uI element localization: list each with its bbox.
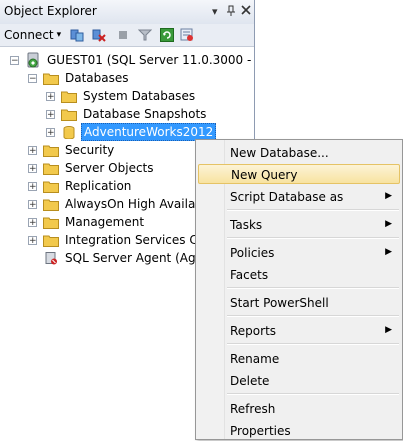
menu-item-label: Properties [230, 424, 291, 438]
tree-node-database-snapshots[interactable]: + Database Snapshots [46, 105, 208, 123]
menu-separator [227, 393, 399, 395]
chevron-down-icon: ▾ [56, 30, 62, 40]
menu-item-script-database-as[interactable]: Script Database as ▶ [198, 187, 400, 207]
tree-node-replication[interactable]: + Replication [28, 177, 133, 195]
folder-icon [43, 199, 59, 211]
tree-node-server[interactable]: − GUEST01 (SQL Server 11.0.3000 - GUEST [10, 51, 254, 69]
server-objects-label: Server Objects [65, 161, 154, 175]
filter-icon[interactable] [137, 28, 153, 42]
expand-icon[interactable]: + [46, 127, 55, 137]
tree-node-integration-services[interactable]: + Integration Services Cata [28, 231, 219, 249]
menu-item-label: New Query [231, 168, 298, 182]
panel-title: Object Explorer [4, 4, 97, 18]
expand-icon[interactable]: + [46, 91, 55, 101]
databases-label: Databases [65, 71, 129, 85]
server-label: GUEST01 (SQL Server 11.0.3000 - GUEST [47, 53, 254, 67]
folder-icon [43, 181, 59, 193]
database-icon [63, 125, 75, 139]
folder-icon [61, 91, 77, 103]
security-label: Security [65, 143, 115, 157]
menu-separator [227, 343, 399, 345]
menu-separator [227, 315, 399, 317]
connect-object-explorer-icon[interactable] [70, 28, 84, 42]
menu-item-label: Refresh [230, 402, 276, 416]
management-label: Management [65, 215, 145, 229]
connect-button[interactable]: Connect ▾ [4, 27, 61, 43]
tree-node-management[interactable]: + Management [28, 213, 146, 231]
menu-item-facets[interactable]: Facets [198, 265, 400, 285]
folder-icon [43, 163, 59, 175]
tree-node-server-objects[interactable]: + Server Objects [28, 159, 156, 177]
database-snapshots-label: Database Snapshots [83, 107, 207, 121]
menu-item-delete[interactable]: Delete [198, 371, 400, 391]
folder-icon [43, 217, 59, 229]
menu-item-label: New Database... [230, 146, 329, 160]
object-explorer-toolbar: Connect ▾ [0, 24, 254, 47]
object-explorer-titlebar: Object Explorer ▾ [0, 0, 254, 25]
submenu-arrow-icon: ▶ [385, 247, 392, 257]
menu-item-policies[interactable]: Policies ▶ [198, 243, 400, 263]
disconnect-icon[interactable] [92, 28, 106, 42]
submenu-arrow-icon: ▶ [385, 219, 392, 229]
menu-icon-gutter [196, 140, 225, 439]
menu-separator [227, 237, 399, 239]
system-databases-label: System Databases [83, 89, 196, 103]
menu-item-new-query[interactable]: New Query [198, 164, 400, 184]
menu-item-label: Rename [230, 352, 280, 366]
auto-hide-pin-icon[interactable] [226, 5, 236, 20]
expand-icon[interactable]: + [28, 181, 37, 191]
context-menu: New Database... New Query Script Databas… [195, 139, 403, 440]
menu-item-new-database[interactable]: New Database... [198, 143, 400, 163]
expand-icon[interactable]: + [28, 217, 37, 227]
menu-item-label: Tasks [230, 218, 263, 232]
expand-icon[interactable]: + [28, 235, 37, 245]
menu-item-reports[interactable]: Reports ▶ [198, 321, 400, 341]
window-position-icon[interactable]: ▾ [212, 6, 218, 18]
menu-item-label: Delete [230, 374, 270, 388]
folder-icon [43, 73, 59, 85]
stop-icon[interactable] [116, 28, 130, 42]
menu-item-tasks[interactable]: Tasks ▶ [198, 215, 400, 235]
tree-node-security[interactable]: + Security [28, 141, 116, 159]
expand-icon[interactable]: + [46, 109, 55, 119]
menu-item-start-powershell[interactable]: Start PowerShell [198, 293, 400, 313]
expand-icon[interactable]: + [28, 199, 37, 209]
folder-icon [43, 235, 59, 247]
menu-item-properties[interactable]: Properties [198, 421, 400, 441]
expand-icon[interactable]: + [28, 163, 37, 173]
sql-agent-icon [45, 252, 57, 265]
submenu-arrow-icon: ▶ [385, 191, 392, 201]
menu-separator [227, 209, 399, 211]
alwayson-label: AlwaysOn High Availabili [65, 197, 213, 211]
tree-node-adventureworks[interactable]: + AdventureWorks2012 [46, 123, 217, 141]
menu-item-rename[interactable]: Rename [198, 349, 400, 369]
tree-node-sql-agent[interactable]: SQL Server Agent (Agent [43, 249, 217, 267]
server-icon [25, 52, 41, 68]
refresh-icon[interactable] [160, 28, 174, 42]
menu-item-label: Policies [230, 246, 275, 260]
tree-node-system-databases[interactable]: + System Databases [46, 87, 197, 105]
submenu-arrow-icon: ▶ [385, 325, 392, 335]
menu-item-label: Facets [230, 268, 269, 282]
menu-item-refresh[interactable]: Refresh [198, 399, 400, 419]
expand-icon[interactable]: + [28, 145, 37, 155]
menu-separator [227, 287, 399, 289]
folder-icon [61, 109, 77, 121]
folder-icon [43, 145, 59, 157]
activity-monitor-icon[interactable] [180, 28, 194, 42]
connect-label: Connect [4, 28, 54, 42]
tree-node-alwayson[interactable]: + AlwaysOn High Availabili [28, 195, 215, 213]
menu-item-label: Reports [230, 324, 277, 338]
tree-node-databases[interactable]: − Databases [28, 69, 131, 87]
close-icon[interactable] [241, 5, 251, 18]
collapse-icon[interactable]: − [10, 55, 19, 65]
collapse-icon[interactable]: − [28, 73, 37, 83]
replication-label: Replication [65, 179, 132, 193]
menu-item-label: Start PowerShell [230, 296, 329, 310]
menu-item-label: Script Database as [230, 190, 344, 204]
